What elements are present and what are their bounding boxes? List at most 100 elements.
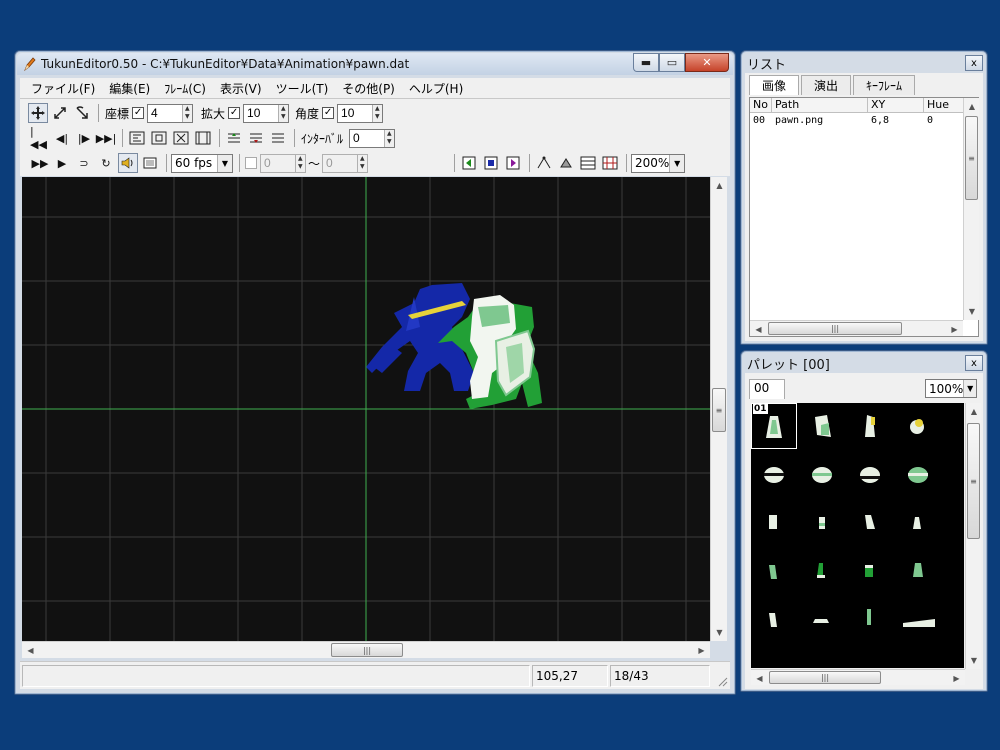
frame-copy-icon[interactable] (149, 128, 169, 148)
horizontal-scroll-thumb[interactable]: ||| (331, 643, 403, 657)
maximize-button[interactable]: ▭ (659, 53, 685, 72)
vertical-scroll-thumb[interactable]: ≡ (712, 388, 726, 432)
chevron-down-icon[interactable]: ▼ (963, 380, 976, 397)
grid-settings-icon[interactable] (600, 153, 620, 173)
stepper-arrows-icon[interactable]: ▲ ▼ (383, 129, 395, 147)
palette-cell[interactable] (751, 547, 797, 593)
scale-stepper[interactable]: ▲▼ (243, 103, 290, 123)
grid-overlay-icon[interactable] (578, 153, 598, 173)
palette-horizontal-scrollbar[interactable]: ◀ ||| ▶ (751, 669, 965, 685)
tab-keyframes[interactable]: ｷｰﾌﾚｰﾑ (853, 75, 916, 95)
scroll-up-icon[interactable]: ▲ (966, 403, 982, 420)
angle-input[interactable] (338, 104, 372, 122)
animation-canvas[interactable] (22, 177, 710, 641)
scroll-down-icon[interactable]: ▼ (711, 624, 728, 641)
scroll-left-icon[interactable]: ◀ (751, 670, 768, 686)
column-hue[interactable]: Hue (924, 98, 964, 112)
palette-panel-close-button[interactable]: x (965, 355, 983, 371)
menu-frame[interactable]: ﾌﾚｰﾑ(C) (157, 80, 213, 97)
palette-cell[interactable] (799, 451, 845, 497)
palette-cell[interactable] (895, 499, 941, 545)
canvas-vertical-scrollbar[interactable]: ▲ ≡ ▼ (710, 177, 727, 641)
coord-input[interactable] (148, 104, 182, 122)
hit-area-icon[interactable] (556, 153, 576, 173)
fast-forward-icon[interactable]: ▶▶ (30, 153, 50, 173)
frame-film-icon[interactable] (193, 128, 213, 148)
palette-cell[interactable] (895, 403, 941, 449)
film-settings-icon[interactable] (140, 153, 160, 173)
prev-frame-icon[interactable]: ◀| (52, 128, 72, 148)
palette-cell[interactable] (799, 547, 845, 593)
menu-edit[interactable]: 編集(E) (102, 80, 157, 97)
scroll-right-icon[interactable]: ▶ (948, 670, 965, 686)
chevron-down-icon[interactable]: ▼ (669, 154, 685, 172)
interval-input[interactable] (350, 129, 384, 147)
scroll-right-icon[interactable]: ▶ (693, 642, 710, 659)
next-frame-icon[interactable]: |▶ (74, 128, 94, 148)
column-no[interactable]: No (750, 98, 772, 112)
interval-stepper[interactable]: ▲▼ (349, 128, 396, 148)
palette-vertical-scrollbar[interactable]: ▲ ≡ ▼ (965, 403, 981, 669)
palette-cell[interactable] (847, 595, 893, 641)
list-horizontal-scrollbar[interactable]: ◀ ||| ▶ (750, 320, 963, 336)
fps-select[interactable]: 60 fps ▼ (171, 153, 233, 173)
layer-down-icon[interactable] (268, 128, 288, 148)
list-hscroll-thumb[interactable]: ||| (768, 322, 902, 335)
onion-next-icon[interactable] (503, 153, 523, 173)
range-to-input[interactable] (323, 154, 357, 172)
menu-tools[interactable]: ツール(T) (269, 80, 336, 97)
palette-hscroll-thumb[interactable]: ||| (769, 671, 881, 684)
tab-effects[interactable]: 演出 (801, 75, 852, 95)
onion-prev-icon[interactable] (459, 153, 479, 173)
range-from-stepper[interactable]: ▲▼ (260, 153, 306, 173)
resize-grip-icon[interactable] (716, 675, 728, 687)
scroll-down-icon[interactable]: ▼ (964, 303, 980, 320)
list-panel-title-bar[interactable]: リスト x (745, 54, 983, 73)
loop-once-icon[interactable]: ⊃ (74, 153, 94, 173)
palette-sprite-grid[interactable]: 01 (751, 403, 964, 668)
first-frame-icon[interactable]: |◀◀ (30, 125, 50, 151)
scroll-right-icon[interactable]: ▶ (946, 321, 963, 337)
palette-cell[interactable] (847, 547, 893, 593)
column-path[interactable]: Path (772, 98, 868, 112)
layer-swap-icon[interactable] (246, 128, 266, 148)
palette-cell-selected[interactable]: 01 (751, 403, 797, 449)
coord-stepper[interactable]: ▲▼ (147, 103, 194, 123)
scroll-up-icon[interactable]: ▲ (711, 177, 728, 194)
palette-cell[interactable] (799, 403, 845, 449)
stepper-arrows-icon[interactable]: ▲ ▼ (181, 104, 193, 122)
minimize-button[interactable]: ▬ (633, 53, 659, 72)
table-row[interactable]: 00 pawn.png 6,8 0 (750, 115, 964, 129)
palette-cell[interactable] (751, 595, 797, 641)
palette-cell[interactable] (895, 451, 941, 497)
list-scroll-thumb[interactable]: ≡ (965, 116, 978, 200)
scroll-up-icon[interactable]: ▲ (964, 98, 980, 115)
palette-cell[interactable] (895, 595, 941, 641)
image-list[interactable]: No Path XY Hue 00 pawn.png 6,8 0 ▲ ≡ ▼ ◀… (749, 97, 979, 337)
scroll-down-icon[interactable]: ▼ (966, 652, 982, 669)
menu-other[interactable]: その他(P) (335, 80, 402, 97)
palette-cell[interactable] (751, 499, 797, 545)
move-tool-icon[interactable] (28, 103, 48, 123)
layer-up-icon[interactable] (224, 128, 244, 148)
list-vertical-scrollbar[interactable]: ▲ ≡ ▼ (963, 98, 979, 320)
main-title-bar[interactable]: TukunEditor0.50 - C:¥TukunEditor¥Data¥An… (17, 53, 733, 75)
palette-scroll-thumb[interactable]: ≡ (967, 423, 980, 539)
scale-checkbox[interactable]: ✓ (228, 107, 241, 119)
stepper-arrows-icon[interactable]: ▲ ▼ (356, 154, 368, 172)
range-to-stepper[interactable]: ▲▼ (322, 153, 369, 173)
frame-insert-icon[interactable] (127, 128, 147, 148)
scroll-left-icon[interactable]: ◀ (750, 321, 767, 337)
palette-cell[interactable] (799, 499, 845, 545)
palette-zoom-select[interactable]: 100% ▼ (925, 379, 977, 398)
sound-icon[interactable] (118, 153, 138, 173)
stepper-arrows-icon[interactable]: ▲ ▼ (371, 104, 383, 122)
column-xy[interactable]: XY (868, 98, 924, 112)
menu-file[interactable]: ファイル(F) (24, 80, 102, 97)
scale-tool-icon[interactable] (50, 103, 70, 123)
list-panel-close-button[interactable]: x (965, 55, 983, 71)
palette-panel-title-bar[interactable]: パレット [00] x (745, 354, 983, 373)
scroll-left-icon[interactable]: ◀ (22, 642, 39, 659)
rotate-tool-icon[interactable] (72, 103, 92, 123)
scale-input[interactable] (244, 104, 278, 122)
